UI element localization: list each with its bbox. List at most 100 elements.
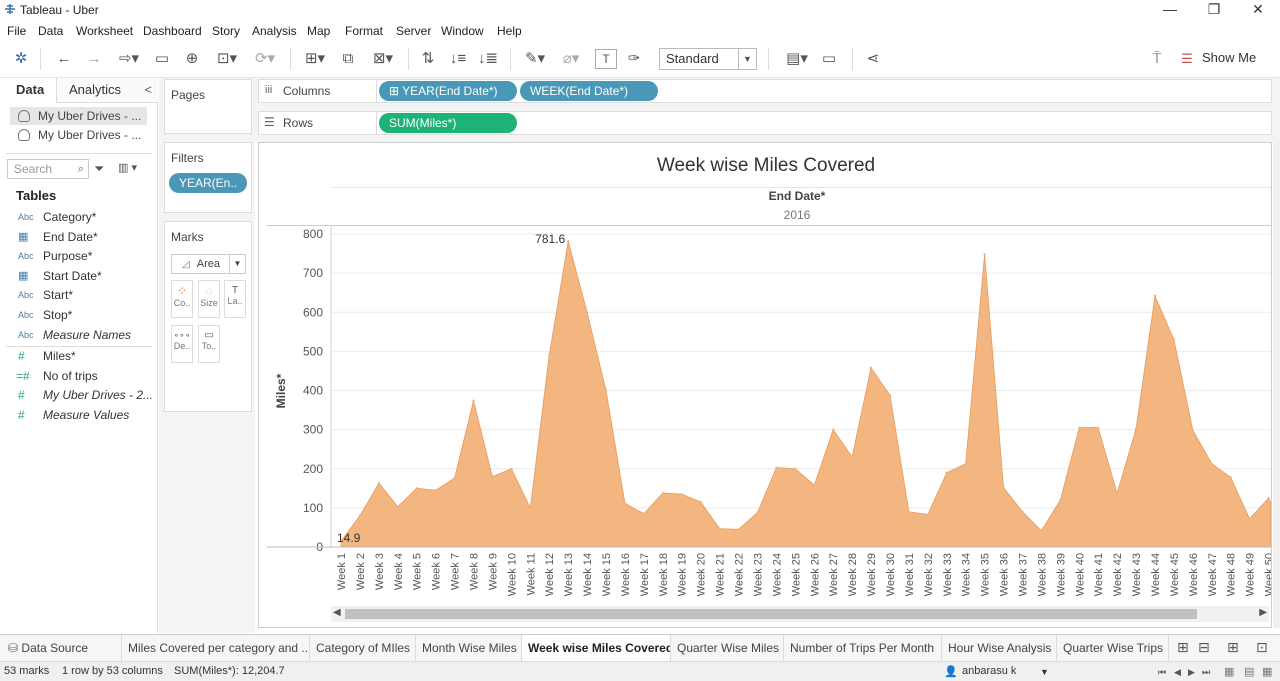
chevron-down-icon[interactable]: ▼ (1040, 667, 1049, 677)
horizontal-scrollbar[interactable]: ◀ ▶ (331, 606, 1269, 622)
close-button[interactable]: ✕ (1236, 0, 1280, 20)
tab-analytics[interactable]: Analytics < (56, 78, 158, 103)
new-datasource-icon[interactable]: ⊕ (182, 49, 202, 69)
filter-icon[interactable]: ⏷ (94, 161, 104, 177)
filmstrip-icon[interactable]: ▤ (1244, 665, 1254, 678)
pill-year-end-date[interactable]: ⊞ YEAR(End Date*) (379, 81, 517, 101)
redo-icon[interactable]: → (84, 49, 104, 69)
area-chart[interactable]: 0100200300400500600700800Miles*781.614.9… (259, 143, 1271, 603)
show-labels-icon[interactable]: T (595, 49, 617, 69)
group-icon[interactable]: ⌀▾ (556, 49, 586, 69)
pill-week-end-date[interactable]: WEEK(End Date*) (520, 81, 658, 101)
presentation-mode-icon[interactable]: ▭ (818, 49, 840, 69)
mark-type-dropdown[interactable]: ◿ Area ▼ (171, 254, 246, 274)
field-no-of-trips[interactable]: =# No of trips (0, 366, 156, 386)
first-sheet-icon[interactable]: ⏮ (1158, 667, 1166, 678)
refresh-icon[interactable]: ⟳▾ (248, 49, 282, 69)
menu-file[interactable]: File (7, 24, 26, 38)
view-options-icon[interactable]: ▥ ▾ (118, 161, 137, 174)
field-end-date[interactable]: ▦ End Date* (0, 227, 156, 247)
show-me-button[interactable]: Show Me (1202, 50, 1256, 65)
datasource-item[interactable]: My Uber Drives - ... (10, 107, 147, 125)
menu-worksheet[interactable]: Worksheet (76, 24, 133, 38)
tab-week-wise-miles[interactable]: Week wise Miles Covered (522, 635, 671, 662)
menu-map[interactable]: Map (307, 24, 330, 38)
detail-button[interactable]: ∘∘∘ De.. (171, 325, 193, 363)
tab-quarter-wise-trips[interactable]: Quarter Wise Trips (1057, 635, 1169, 662)
undo-icon[interactable]: ← (54, 49, 74, 69)
filter-pill-year[interactable]: YEAR(En.. (169, 173, 247, 193)
new-worksheet-icon[interactable]: ⊞▾ (298, 49, 332, 69)
search-field[interactable]: Search ⌕ (7, 159, 89, 179)
menu-help[interactable]: Help (497, 24, 522, 38)
prev-sheet-icon[interactable]: ◀ (1174, 667, 1181, 678)
label-button[interactable]: T La.. (224, 280, 246, 318)
fit-dropdown[interactable]: Standard ▼ (659, 48, 757, 70)
last-sheet-icon[interactable]: ⏭ (1202, 667, 1210, 678)
restore-button[interactable]: ❐ (1192, 0, 1236, 20)
size-button[interactable]: ◌ Size (198, 280, 220, 318)
tab-hour-wise-analysis[interactable]: Hour Wise Analysis (942, 635, 1057, 662)
show-tabs-icon[interactable]: ▦ (1224, 665, 1234, 678)
worksheet-view[interactable]: Week wise Miles Covered End Date* 2016 0… (258, 142, 1272, 628)
chevron-down-icon[interactable]: ▼ (229, 255, 245, 273)
pin-axis-icon[interactable]: ✑ (624, 49, 644, 69)
chevron-down-icon[interactable]: ▼ (738, 49, 756, 69)
clear-sheet-icon[interactable]: ⊠▾ (366, 49, 400, 69)
next-sheet-icon[interactable]: ▶ (1188, 667, 1195, 678)
tooltip-button[interactable]: ▭ To.. (198, 325, 220, 363)
field-purpose[interactable]: Abc Purpose* (0, 246, 156, 266)
tableau-home-icon[interactable]: ✲ (12, 49, 30, 69)
show-cards-icon[interactable]: ▤▾ (780, 49, 814, 69)
minimize-button[interactable]: — (1148, 0, 1192, 20)
field-miles[interactable]: # Miles* (0, 346, 156, 366)
save-icon[interactable]: ▭ (152, 49, 172, 69)
menu-story[interactable]: Story (212, 24, 240, 38)
new-worksheet-icon[interactable]: ⊞ (1177, 639, 1189, 656)
color-button[interactable]: ⁘ Co.. (171, 280, 193, 318)
show-me-icon[interactable]: ☰ (1180, 49, 1194, 69)
swap-rows-columns-icon[interactable]: ⇅ (418, 49, 438, 69)
duplicate-sheet-icon[interactable]: ⧉ (338, 49, 358, 69)
replay-icon[interactable]: ⇨▾ (112, 49, 146, 69)
menu-data[interactable]: Data (38, 24, 63, 38)
field-stop[interactable]: Abc Stop* (0, 305, 156, 325)
field-start-date[interactable]: ▦ Start Date* (0, 266, 156, 286)
tab-data-source[interactable]: ⛁ Data Source (0, 635, 122, 662)
scroll-thumb[interactable] (345, 609, 1197, 619)
columns-shelf[interactable]: iii Columns ⊞ YEAR(End Date*) WEEK(End D… (258, 79, 1272, 103)
field-category[interactable]: Abc Category* (0, 207, 156, 227)
sheet-sorter-icon[interactable]: ▦ (1262, 665, 1272, 678)
marks-card[interactable]: Marks ◿ Area ▼ ⁘ Co.. ◌ Size T La.. ∘∘∘ De..… (164, 221, 252, 412)
tab-miles-per-category[interactable]: Miles Covered per category and ... (122, 635, 310, 662)
rows-shelf[interactable]: ☰ Rows SUM(Miles*) (258, 111, 1272, 135)
share-icon[interactable]: ⋖ (862, 49, 884, 69)
highlight-icon[interactable]: ✎▾ (520, 49, 550, 69)
pause-updates-icon[interactable]: ⊡▾ (210, 49, 244, 69)
show-tooltip-icon[interactable]: ⍑ (1146, 49, 1168, 69)
vertical-scrollbar[interactable] (1273, 142, 1280, 628)
menu-dashboard[interactable]: Dashboard (143, 24, 202, 38)
user-name[interactable]: anbarasu k (962, 665, 1016, 677)
datasource-item[interactable]: My Uber Drives - ... (10, 126, 147, 144)
tab-data[interactable]: Data (0, 78, 56, 103)
menu-window[interactable]: Window (441, 24, 484, 38)
menu-analysis[interactable]: Analysis (252, 24, 297, 38)
field-count[interactable]: # My Uber Drives - 2... (0, 385, 156, 405)
sort-descending-icon[interactable]: ↓≣ (478, 49, 498, 69)
scroll-left-icon[interactable]: ◀ (333, 607, 341, 618)
tab-month-wise-miles[interactable]: Month Wise Miles (416, 635, 522, 662)
field-start[interactable]: Abc Start* (0, 285, 156, 305)
filters-card[interactable]: Filters YEAR(En.. (164, 142, 252, 213)
field-measure-values[interactable]: # Measure Values (0, 405, 156, 425)
new-sheet-menu-icon[interactable]: ⊡ (1256, 639, 1268, 656)
pill-sum-miles[interactable]: SUM(Miles*) (379, 113, 517, 133)
menu-format[interactable]: Format (345, 24, 383, 38)
tab-category-of-miles[interactable]: Category of MIles (310, 635, 416, 662)
new-dashboard-icon[interactable]: ⊟ (1198, 639, 1210, 656)
scroll-right-icon[interactable]: ▶ (1259, 607, 1267, 618)
new-story-icon[interactable]: ⊞ (1227, 639, 1239, 656)
tab-trips-per-month[interactable]: Number of Trips Per Month (784, 635, 942, 662)
collapse-pane-icon[interactable]: < (144, 78, 152, 102)
menu-server[interactable]: Server (396, 24, 431, 38)
